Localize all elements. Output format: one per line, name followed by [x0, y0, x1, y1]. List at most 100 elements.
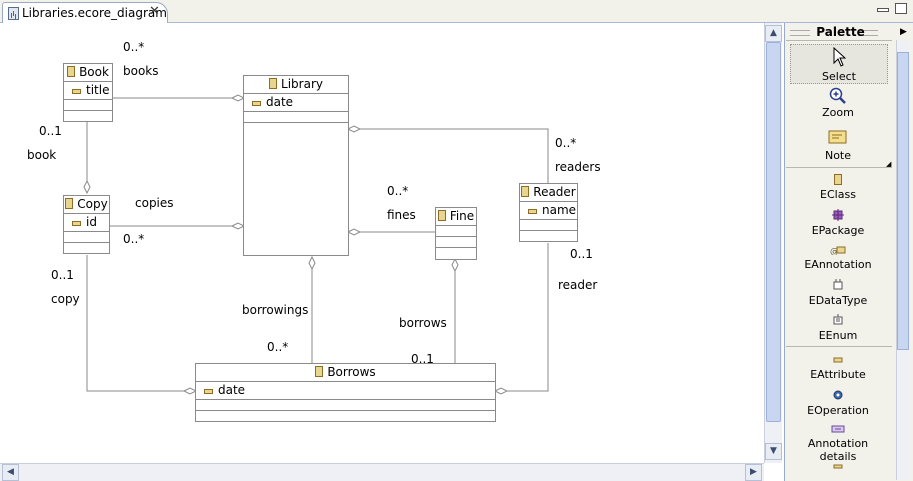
scroll-right-icon[interactable]: ▶	[745, 464, 762, 481]
readers-multiplicity[interactable]: 0..*	[555, 136, 576, 150]
books-multiplicity[interactable]: 0..*	[123, 40, 144, 54]
palette-item-label: EDataType	[808, 294, 868, 307]
eclass-icon	[437, 210, 446, 221]
palette-item-eannotation[interactable]: @ EAnnotation	[790, 245, 886, 271]
editor-tab[interactable]: Libraries.ecore_diagram ✕	[2, 2, 168, 23]
book-role-label[interactable]: book	[27, 148, 56, 162]
operations-compartment	[436, 237, 476, 248]
eattribute-icon	[833, 464, 843, 469]
book-multiplicity[interactable]: 0..1	[39, 124, 62, 138]
reader-borrows-link	[507, 243, 549, 392]
attribute-name: title	[86, 83, 110, 97]
class-reader[interactable]: Reader name	[519, 183, 578, 242]
edatatype-icon	[833, 279, 843, 290]
palette-item-label: EAttribute	[810, 368, 866, 381]
diagram-canvas[interactable]: Book title Library date Copy id Fine Rea…	[0, 23, 764, 463]
copy-role-label[interactable]: copy	[51, 292, 80, 306]
editor-tab-title: Libraries.ecore_diagram	[22, 6, 167, 20]
palette-divider	[786, 346, 892, 347]
palette-collapse-icon[interactable]: ▶	[900, 27, 907, 37]
fines-role-label[interactable]: fines	[387, 208, 416, 222]
palette-item-eclass[interactable]: EClass	[790, 174, 886, 201]
class-header: Copy	[64, 196, 109, 214]
palette-item-partial[interactable]	[790, 460, 886, 473]
note-icon	[828, 130, 847, 144]
class-name: Book	[79, 65, 109, 79]
epackage-icon	[832, 209, 844, 221]
palette-item-eattribute[interactable]: EAttribute	[790, 354, 886, 381]
palette-item-label: EPackage	[811, 224, 865, 237]
eattribute-icon	[528, 209, 537, 214]
borrows-multiplicity[interactable]: 0..1	[411, 352, 434, 366]
editor-tab-bar: Libraries.ecore_diagram ✕	[0, 0, 913, 23]
palette-tool-zoom[interactable]: Zoom	[790, 87, 886, 119]
attribute-row[interactable]: id	[64, 214, 109, 232]
attribute-row[interactable]: name	[520, 202, 577, 220]
attribute-row[interactable]: date	[196, 382, 495, 400]
class-header: Fine	[436, 208, 476, 226]
minimize-icon[interactable]	[877, 8, 889, 12]
operations-compartment	[64, 100, 112, 111]
copy-multiplicity[interactable]: 0..1	[51, 268, 74, 282]
palette-item-label: EEnum	[818, 329, 858, 342]
eclass-icon	[269, 78, 278, 89]
class-borrows[interactable]: Borrows date	[195, 363, 496, 422]
palette-item-eenum[interactable]: EEnum	[790, 314, 886, 342]
copies-multiplicity[interactable]: 0..*	[123, 232, 144, 246]
annotation-details-icon	[831, 425, 845, 433]
palette-tool-select[interactable]: Select	[790, 44, 888, 84]
palette-item-epackage[interactable]: EPackage	[790, 209, 886, 237]
fines-multiplicity[interactable]: 0..*	[387, 184, 408, 198]
readers-role-label[interactable]: readers	[555, 160, 601, 174]
operations-compartment	[244, 112, 348, 123]
class-book[interactable]: Book title	[63, 63, 113, 122]
palette-item-edatatype[interactable]: EDataType	[790, 279, 886, 307]
class-copy[interactable]: Copy id	[63, 195, 110, 254]
palette-item-eoperation[interactable]: EOperation	[790, 389, 886, 417]
borrowings-multiplicity[interactable]: 0..*	[267, 340, 288, 354]
palette-title[interactable]: Palette	[784, 25, 897, 40]
reader-role-label[interactable]: reader	[558, 278, 597, 292]
class-header: Reader	[520, 184, 577, 202]
horizontal-scrollbar[interactable]: ◀ ▶	[0, 463, 764, 481]
aggregation-diamond	[451, 257, 459, 273]
borrows-role-label[interactable]: borrows	[399, 316, 447, 330]
class-library[interactable]: Library date	[243, 75, 349, 256]
class-name: Copy	[77, 197, 108, 211]
class-name: Reader	[533, 185, 576, 199]
attribute-row[interactable]: title	[64, 82, 112, 100]
eclass-icon	[65, 198, 74, 209]
ecore-diagram-icon	[8, 7, 19, 20]
class-name: Library	[281, 77, 323, 91]
class-name: Borrows	[327, 365, 376, 379]
borrowings-role-label[interactable]: borrowings	[242, 303, 308, 317]
scroll-left-icon[interactable]: ◀	[2, 464, 19, 481]
books-role-label[interactable]: books	[123, 64, 159, 78]
palette-item-annotation-details[interactable]: Annotation details	[790, 424, 886, 463]
class-fine[interactable]: Fine	[435, 207, 477, 260]
maximize-icon[interactable]	[895, 3, 907, 14]
eattribute-icon	[204, 389, 213, 394]
aggregation-diamond	[83, 179, 91, 195]
attribute-row[interactable]: date	[244, 94, 348, 112]
eclass-icon	[834, 174, 842, 185]
aggregation-diamond	[493, 387, 509, 395]
class-name: Fine	[449, 209, 475, 223]
scroll-down-icon[interactable]: ▼	[765, 443, 782, 460]
vertical-scroll-thumb[interactable]	[766, 42, 781, 422]
palette-tool-note[interactable]: Note	[790, 129, 886, 162]
copies-role-label[interactable]: copies	[135, 196, 174, 210]
copy-borrows-link	[86, 255, 184, 392]
palette-item-label: EOperation	[807, 404, 869, 417]
attributes-compartment	[436, 226, 476, 237]
eclass-icon	[521, 186, 530, 197]
reader-multiplicity[interactable]: 0..1	[570, 247, 593, 261]
eattribute-icon	[252, 101, 261, 106]
eclass-icon	[67, 66, 76, 77]
palette-divider	[786, 167, 892, 168]
class-header: Borrows	[196, 364, 495, 382]
scroll-up-icon[interactable]: ▲	[765, 25, 782, 42]
close-tab-icon[interactable]: ✕	[149, 4, 160, 19]
palette-scroll-thumb[interactable]	[897, 52, 909, 350]
library-reader-link	[360, 128, 549, 185]
